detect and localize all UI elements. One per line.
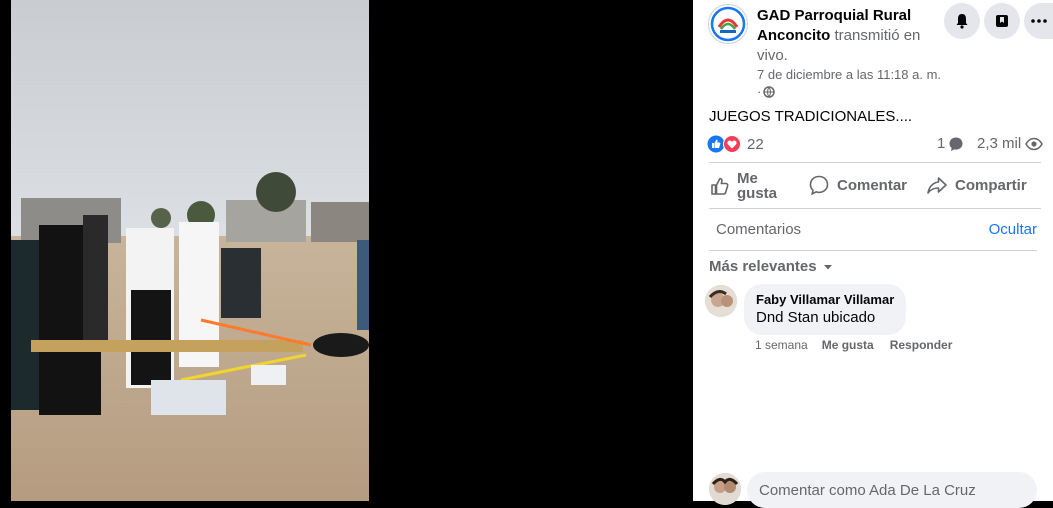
- current-user-avatar[interactable]: [709, 473, 741, 505]
- divider: [709, 162, 1041, 163]
- save-button[interactable]: [984, 3, 1020, 39]
- comment-author[interactable]: Faby Villamar Villamar: [756, 292, 894, 308]
- comment-bubble-icon: [949, 137, 963, 151]
- comment-sort-dropdown[interactable]: Más relevantes: [709, 258, 834, 275]
- post-panel: GAD Parroquial Rural Anconcito transmiti…: [693, 0, 1053, 508]
- user-photo-icon: [709, 473, 741, 505]
- comments-header: Comentarios: [716, 221, 802, 238]
- comment-text: Dnd Stan ubicado: [756, 309, 876, 326]
- notifications-button[interactable]: [944, 3, 980, 39]
- chevron-down-icon: [823, 264, 832, 269]
- composer-placeholder: Comentar como Ada De La Cruz: [759, 482, 976, 499]
- divider: [709, 208, 1041, 209]
- thumbs-up-icon: [711, 177, 729, 195]
- reaction-count: 22: [747, 135, 764, 153]
- post-caption: JUEGOS TRADICIONALES....: [709, 108, 913, 125]
- sort-label: Más relevantes: [709, 258, 817, 275]
- live-video-player[interactable]: [0, 0, 693, 501]
- visibility-separator: ·: [757, 84, 762, 99]
- comment-count[interactable]: 1: [937, 135, 964, 152]
- views-count: 2,3 mil: [977, 135, 1044, 152]
- comment-icon: [809, 175, 829, 196]
- comment-like-button[interactable]: Me gusta: [822, 338, 874, 352]
- commenter-avatar[interactable]: [705, 285, 737, 317]
- comment-button-label: Comentar: [837, 176, 908, 194]
- comment-composer-input[interactable]: Comentar como Ada De La Cruz: [747, 472, 1037, 508]
- post-author-line: GAD Parroquial Rural Anconcito transmiti…: [757, 6, 937, 66]
- eye-icon: [1025, 137, 1044, 150]
- hide-comments-link[interactable]: Ocultar: [989, 221, 1037, 238]
- bookmark-box-icon: [996, 15, 1008, 27]
- comment-bubble: Faby Villamar Villamar Dnd Stan ubicado: [744, 284, 907, 335]
- user-photo-icon: [705, 285, 737, 317]
- comment-time[interactable]: 1 semana: [755, 338, 808, 352]
- comment-count-value: 1: [937, 135, 946, 152]
- share-button[interactable]: Compartir: [926, 174, 1027, 196]
- globe-icon: [763, 85, 776, 98]
- comment-meta: 1 semana Me gusta Responder: [755, 338, 952, 352]
- comment-button[interactable]: Comentar: [808, 174, 907, 196]
- bell-icon: [956, 14, 968, 29]
- page-logo-icon: [710, 6, 746, 42]
- share-button-label: Compartir: [955, 176, 1027, 194]
- comment-reply-button[interactable]: Responder: [890, 338, 953, 352]
- video-frame: [11, 0, 369, 501]
- love-reaction-icon: [723, 135, 741, 153]
- post-visibility: ·: [757, 84, 776, 99]
- post-timestamp[interactable]: 7 de diciembre a las 11:18 a. m.: [757, 67, 941, 82]
- more-options-button[interactable]: [1024, 3, 1053, 39]
- more-dots-icon: [1031, 19, 1047, 23]
- like-button-label: Me gusta: [737, 170, 778, 202]
- like-button[interactable]: Me gusta: [709, 171, 783, 201]
- reactions-summary[interactable]: 22: [707, 135, 764, 153]
- share-arrow-icon: [927, 177, 947, 194]
- page-avatar[interactable]: [708, 4, 748, 44]
- divider: [709, 250, 1037, 251]
- video-frame-image: [11, 0, 369, 501]
- views-value: 2,3 mil: [977, 135, 1022, 152]
